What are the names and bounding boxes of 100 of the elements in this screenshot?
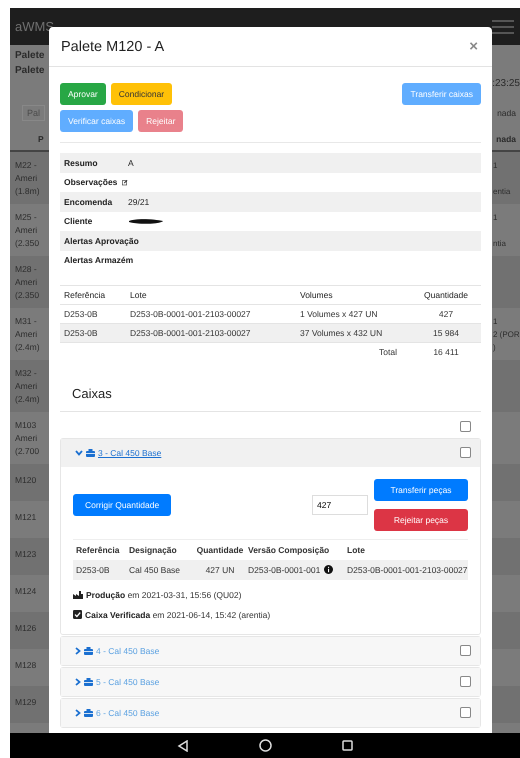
column-header: nada bbox=[496, 134, 516, 144]
table-cell-text: M124 bbox=[15, 585, 36, 598]
box-icon bbox=[86, 448, 95, 456]
field-label: Encomenda bbox=[64, 196, 112, 207]
table-cell-text: M120 bbox=[15, 474, 36, 487]
table-cell-text: (1.8m) bbox=[15, 185, 40, 198]
table-cell-text: M128 bbox=[15, 659, 36, 672]
column-header: Volumes bbox=[296, 286, 411, 304]
event-text: Caixa Verificada em 2021-06-14, 15:42 (arentia) bbox=[85, 610, 270, 620]
field-label: Alertas Aprovação bbox=[64, 236, 139, 246]
quantity-field[interactable]: 427 bbox=[312, 494, 368, 514]
field-label: Cliente bbox=[64, 216, 92, 226]
table-cell: D253-0B-0001-001-2103-00027 bbox=[347, 564, 468, 574]
table-cell-text: M126 bbox=[15, 622, 36, 635]
field-value: 29/21 bbox=[128, 196, 150, 207]
table-cell-text: 1 bbox=[493, 212, 498, 224]
column-header: Referência bbox=[76, 544, 120, 554]
table-cell-text: M28 - bbox=[15, 263, 38, 276]
correct-quantity-button[interactable]: Corrigir Quantidade bbox=[73, 494, 172, 516]
checkbox[interactable] bbox=[460, 676, 471, 687]
home-icon[interactable] bbox=[259, 739, 272, 752]
checkbox[interactable] bbox=[460, 645, 471, 656]
box-icon bbox=[84, 678, 93, 686]
column-header: Lote bbox=[347, 544, 366, 554]
table-cell-text: ntia bbox=[493, 238, 507, 250]
chevron-right-icon[interactable] bbox=[75, 646, 81, 654]
chevron-right-icon[interactable] bbox=[75, 678, 81, 686]
page-heading: Palete bbox=[15, 65, 46, 76]
box-icon bbox=[84, 708, 93, 716]
info-icon[interactable] bbox=[324, 565, 334, 574]
table-cell-text: Ameri bbox=[15, 276, 38, 289]
page-heading: Palete bbox=[15, 50, 46, 61]
box-link[interactable]: 3 - Cal 450 Base bbox=[98, 448, 162, 458]
table-cell-text: M103 bbox=[15, 419, 38, 432]
back-icon[interactable] bbox=[177, 740, 189, 752]
factory-icon bbox=[73, 590, 83, 599]
total-label: Total bbox=[296, 342, 411, 362]
column-header: Quantidade bbox=[196, 544, 244, 554]
reject-button[interactable]: Rejeitar peças bbox=[374, 508, 468, 530]
column-header: P bbox=[38, 134, 44, 144]
box-link[interactable]: 5 - Cal 450 Base bbox=[96, 676, 160, 686]
table-cell: D253-0B bbox=[76, 564, 110, 574]
table-cell-text: M22 - bbox=[15, 159, 38, 172]
table-cell: 427 UN bbox=[206, 564, 234, 574]
checkbox[interactable] bbox=[460, 447, 471, 458]
table-cell-text: M129 bbox=[15, 696, 36, 709]
table-cell-text: Ameri bbox=[15, 432, 38, 445]
box-icon bbox=[84, 646, 93, 654]
column-header: Quantidade bbox=[411, 286, 481, 304]
field-label: Observações bbox=[64, 177, 118, 188]
column-header: Lote bbox=[126, 286, 296, 304]
event-text: Produção em 2021-03-31, 15:56 (QU02) bbox=[86, 590, 242, 600]
table-cell: Cal 450 Base bbox=[129, 564, 180, 574]
table-cell-text: (2.350 bbox=[15, 237, 40, 250]
table-cell-text: Ameri bbox=[15, 380, 38, 393]
table-cell-text: Ameri bbox=[15, 224, 38, 237]
table-cell-text: (2.4m) bbox=[15, 341, 40, 354]
edit-icon[interactable] bbox=[122, 178, 128, 187]
close-button[interactable]: × bbox=[467, 38, 480, 55]
table-cell: 15 984 bbox=[411, 324, 481, 342]
dialog-title: Palete M120 - A bbox=[61, 38, 164, 54]
table-cell: D253-0B-0001-001 bbox=[248, 564, 320, 574]
table-cell-text: (2.350 bbox=[15, 289, 40, 302]
table-cell: 37 Volumes x 432 UN bbox=[296, 324, 411, 342]
table-cell-text: M123 bbox=[15, 548, 36, 561]
total-value: 16 411 bbox=[411, 342, 481, 362]
table-cell: D253-0B-0001-001-2103-00027 bbox=[126, 324, 296, 342]
table-cell-text: 1 bbox=[493, 316, 498, 328]
table-cell-text: M121 bbox=[15, 511, 36, 524]
column-header: Referência bbox=[60, 286, 126, 304]
table-cell-text: Ameri bbox=[15, 172, 38, 185]
table-cell: D253-0B bbox=[60, 324, 126, 342]
field-label: Resumo bbox=[64, 158, 98, 168]
transfer-button[interactable]: Transferir peças bbox=[374, 478, 468, 500]
table-cell-text: (2.4m) bbox=[15, 393, 40, 406]
checkbox[interactable] bbox=[460, 707, 471, 718]
table-cell-text: M32 - bbox=[15, 367, 38, 380]
filter-label: nada bbox=[497, 108, 516, 118]
chevron-right-icon[interactable] bbox=[75, 708, 81, 716]
table-cell-text: M25 - bbox=[15, 211, 38, 224]
field-value: A bbox=[128, 158, 134, 168]
section-heading: Caixas bbox=[60, 362, 481, 412]
table-cell-text: 2 (POR bbox=[493, 329, 520, 341]
box-link[interactable]: 6 - Cal 450 Base bbox=[96, 708, 160, 718]
field-label: Alertas Armazém bbox=[64, 255, 134, 266]
checkbox[interactable] bbox=[460, 420, 471, 432]
time-text: :23:25 bbox=[492, 78, 520, 89]
table-cell-text: ) bbox=[493, 342, 497, 354]
table-cell-text: (2.700 bbox=[15, 445, 40, 458]
column-header: Designação bbox=[129, 544, 178, 554]
table-cell-text: 1 bbox=[493, 160, 498, 172]
menu-icon[interactable] bbox=[492, 18, 514, 34]
check-square-icon bbox=[73, 610, 82, 619]
action-button[interactable]: Condicionar bbox=[110, 83, 172, 105]
recents-icon[interactable] bbox=[342, 740, 353, 751]
action-button[interactable]: Aprovar bbox=[60, 83, 106, 105]
table-cell-text: entia bbox=[493, 186, 512, 198]
chevron-down-icon[interactable] bbox=[75, 450, 83, 456]
box-link[interactable]: 4 - Cal 450 Base bbox=[96, 646, 160, 656]
column-header: Versão Composição bbox=[248, 544, 330, 554]
